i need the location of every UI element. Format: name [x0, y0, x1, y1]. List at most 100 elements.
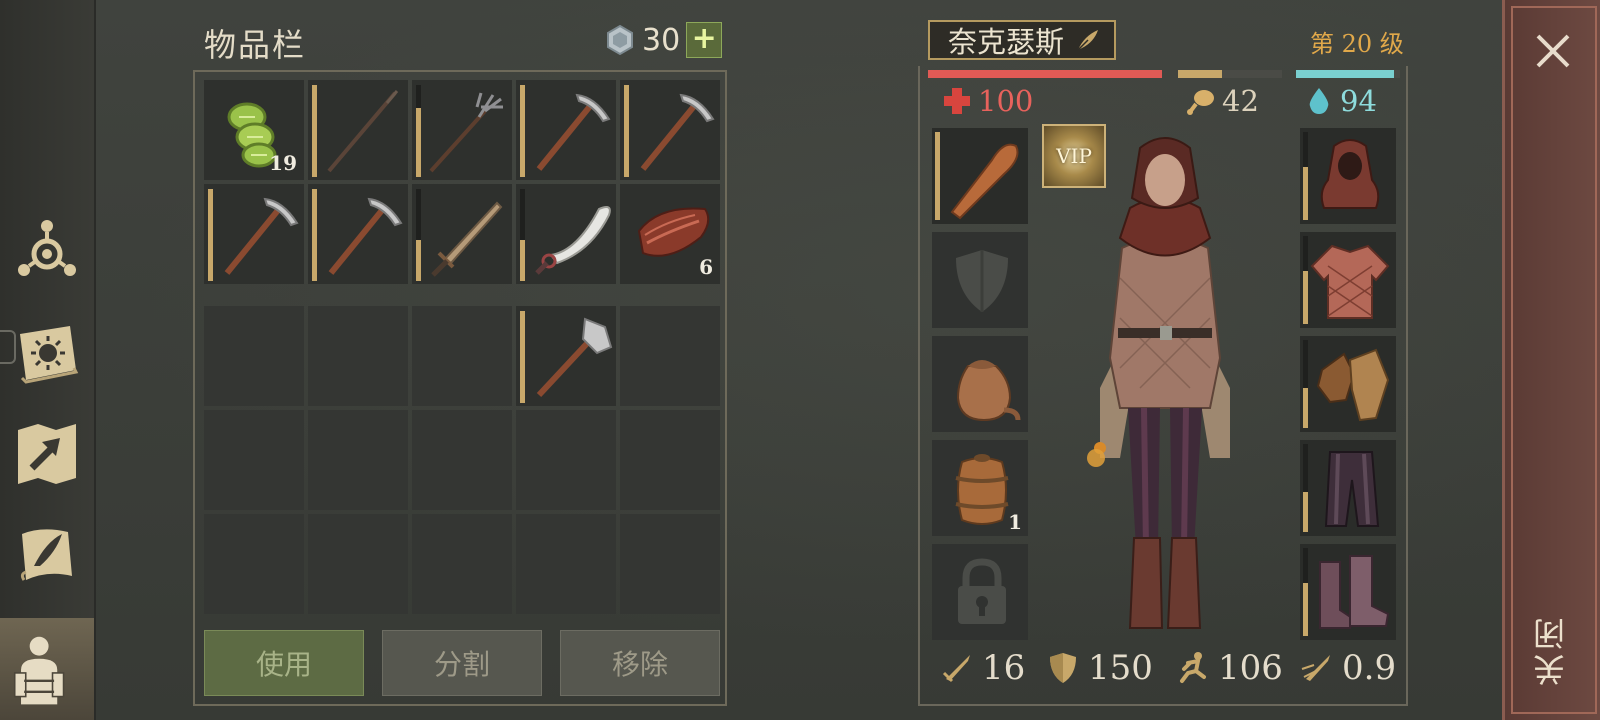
inventory-slot-empty[interactable]	[204, 410, 304, 510]
crafting-network-icon	[18, 220, 76, 276]
inventory-slot-empty[interactable]	[308, 306, 408, 406]
rename-quill-icon[interactable]	[1074, 26, 1102, 54]
sidebar-item-map[interactable]	[10, 418, 84, 492]
thirst-stat: 94	[1304, 84, 1377, 118]
hammer-icon	[536, 317, 613, 398]
inventory-slot[interactable]	[204, 184, 304, 284]
attack-speed-value: 0.9	[1342, 648, 1397, 688]
equip-slot-hands[interactable]	[1300, 336, 1396, 432]
sidebar-item-journal[interactable]	[10, 318, 84, 392]
attack-value: 16	[982, 648, 1026, 688]
remove-button[interactable]: 移除	[560, 630, 720, 696]
inventory-title: 物品栏	[204, 26, 307, 64]
equip-slot-weapon[interactable]	[932, 128, 1028, 224]
inventory-slot[interactable]: 19	[204, 80, 304, 180]
pitchfork-icon	[429, 92, 503, 173]
hunger-value: 42	[1222, 84, 1259, 118]
split-button[interactable]: 分割	[382, 630, 542, 696]
armor-stat: 150	[1046, 648, 1153, 688]
equip-slot-head[interactable]	[1300, 128, 1396, 224]
hood-icon	[1320, 139, 1380, 209]
equip-slot-legs[interactable]	[1300, 440, 1396, 536]
hunger-stat: 42	[1186, 84, 1259, 118]
boots-icon	[1319, 555, 1390, 629]
item-quantity: 1	[1008, 510, 1022, 534]
map-icon	[18, 424, 76, 484]
equip-slot-shield[interactable]	[932, 232, 1028, 328]
scimitar-icon	[535, 206, 611, 275]
leather-gloves-icon	[1316, 348, 1390, 422]
equip-slot-chest[interactable]	[1300, 232, 1396, 328]
close-icon[interactable]	[1530, 28, 1576, 74]
inventory-slot-empty[interactable]	[412, 306, 512, 406]
armor-value: 150	[1088, 648, 1153, 688]
inventory-slot-empty[interactable]	[412, 514, 512, 614]
water-drop-icon	[1309, 88, 1329, 114]
dagger-icon	[942, 655, 970, 683]
inventory-slot-empty[interactable]	[620, 514, 720, 614]
armor-shield-icon	[1050, 653, 1076, 683]
scroll-quill-icon	[20, 529, 72, 581]
quilted-jacket-icon	[1310, 244, 1390, 319]
character-level: 第 20 级	[1310, 30, 1404, 58]
speed-stat: 106	[1176, 648, 1283, 688]
inventory-slot[interactable]	[412, 184, 512, 284]
equip-slot-locked[interactable]	[932, 544, 1028, 640]
inventory-slot-empty[interactable]	[620, 410, 720, 510]
sidebar-item-quests[interactable]	[10, 518, 84, 592]
inventory-slot[interactable]: 6	[620, 184, 720, 284]
health-bar	[928, 70, 1162, 78]
attack-speed-stat: 0.9	[1300, 648, 1396, 688]
pickaxe-icon	[536, 93, 611, 171]
club-icon	[950, 143, 1019, 220]
use-button[interactable]: 使用	[204, 630, 364, 696]
inventory-slot[interactable]	[620, 80, 720, 180]
sidebar-item-character-active[interactable]	[0, 618, 94, 720]
equip-slot-bag[interactable]	[932, 336, 1028, 432]
inventory-slot[interactable]	[308, 184, 408, 284]
close-button[interactable]: 关闭	[1528, 614, 1574, 686]
sun-book-icon	[20, 326, 79, 384]
lock-icon	[958, 558, 1006, 624]
inventory-slot[interactable]	[516, 80, 616, 180]
health-value: 100	[978, 84, 1034, 118]
character-backpack-icon	[13, 636, 65, 705]
thirst-value: 94	[1340, 84, 1377, 118]
inventory-slot-empty[interactable]	[204, 514, 304, 614]
attack-stat: 16	[940, 648, 1025, 688]
health-stat: 100	[942, 84, 1033, 118]
equip-slot-consumable[interactable]: 1	[932, 440, 1028, 536]
spear-icon	[327, 90, 399, 173]
pickaxe-icon	[640, 93, 715, 171]
inventory-slot[interactable]	[516, 306, 616, 406]
item-quantity: 19	[269, 151, 297, 175]
short-sword-icon	[431, 201, 503, 277]
add-currency-button[interactable]: +	[686, 22, 723, 58]
inventory-slot-empty[interactable]	[516, 410, 616, 510]
close-panel[interactable]	[1502, 0, 1600, 720]
inventory-slot-empty[interactable]	[204, 306, 304, 406]
character-name-box[interactable]: 奈克瑟斯	[928, 20, 1116, 60]
storage-grid	[204, 306, 720, 614]
inventory-slot-empty[interactable]	[516, 514, 616, 614]
sidebar-item-crafting[interactable]	[10, 212, 84, 286]
health-cross-icon	[944, 88, 970, 114]
inventory-slot-empty[interactable]	[308, 514, 408, 614]
character-model	[1087, 137, 1230, 629]
sack-icon	[956, 360, 1021, 422]
item-quantity: 6	[699, 255, 713, 279]
inventory-slot-empty[interactable]	[412, 410, 512, 510]
inventory-slot[interactable]	[412, 80, 512, 180]
inventory-slot-empty[interactable]	[308, 410, 408, 510]
inventory-slot-empty[interactable]	[620, 306, 720, 406]
backpack-grid: 19 6	[204, 80, 720, 284]
thirst-bar	[1296, 70, 1400, 78]
gem-currency-icon	[607, 24, 633, 56]
speed-value: 106	[1218, 648, 1283, 688]
inventory-slot[interactable]	[516, 184, 616, 284]
pickaxe-icon	[224, 197, 299, 275]
character-name: 奈克瑟斯	[948, 25, 1065, 59]
equip-slot-feet[interactable]	[1300, 544, 1396, 640]
inventory-slot[interactable]	[308, 80, 408, 180]
hunger-bar	[1178, 70, 1282, 78]
